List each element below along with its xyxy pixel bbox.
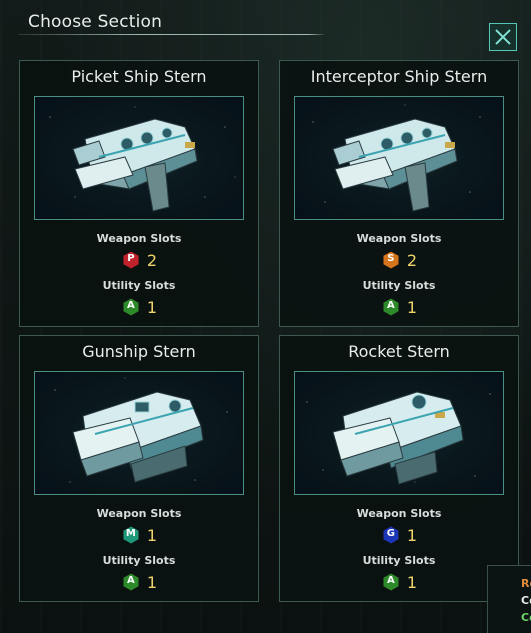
weapon-slot-s-icon: S — [381, 250, 401, 270]
weapon-slot-g-icon: G — [381, 525, 401, 545]
utility-slots-row: A 1 — [280, 297, 518, 317]
utility-slot-count: 1 — [146, 297, 158, 317]
section-card-picket-ship-stern[interactable]: Picket Ship Stern Weapon Slots P 2 Utili… — [19, 60, 259, 327]
partial-text-line: Co — [521, 594, 531, 607]
weapon-slot-p-icon: P — [121, 250, 141, 270]
weapon-slots-row: G 1 — [280, 525, 518, 545]
utility-slots-row: A 1 — [280, 572, 518, 592]
utility-slot-type: A — [387, 300, 395, 311]
utility-slots-label: Utility Slots — [362, 554, 436, 567]
weapon-slot-count: 2 — [406, 250, 418, 270]
weapon-slots-label: Weapon Slots — [96, 232, 182, 245]
ship-section-preview — [34, 96, 244, 220]
close-icon — [495, 29, 511, 45]
close-button[interactable] — [489, 23, 517, 51]
utility-slot-a-icon: A — [121, 572, 141, 592]
weapon-slot-type: M — [125, 528, 136, 539]
weapon-slot-type: S — [387, 253, 395, 264]
section-name: Gunship Stern — [82, 342, 196, 361]
utility-slot-type: A — [127, 300, 135, 311]
choose-section-dialog: Choose Section Picket Ship Stern Weapon … — [0, 0, 531, 633]
utility-slots-label: Utility Slots — [362, 279, 436, 292]
section-name: Interceptor Ship Stern — [310, 67, 488, 86]
section-name: Picket Ship Stern — [71, 67, 207, 86]
ship-section-preview — [34, 371, 244, 495]
ship-section-preview — [294, 371, 504, 495]
weapon-slot-count: 2 — [146, 250, 158, 270]
weapon-slot-type: G — [386, 528, 396, 539]
weapon-slot-type: P — [127, 253, 135, 264]
utility-slot-a-icon: A — [381, 572, 401, 592]
section-card-interceptor-ship-stern[interactable]: Interceptor Ship Stern Weapon Slots S 2 … — [279, 60, 519, 327]
utility-slot-count: 1 — [406, 572, 418, 592]
utility-slots-label: Utility Slots — [102, 279, 176, 292]
utility-slots-row: A 1 — [20, 572, 258, 592]
title-underline — [18, 34, 324, 35]
partial-text-line: Co — [521, 611, 531, 624]
utility-slot-count: 1 — [406, 297, 418, 317]
utility-slot-a-icon: A — [381, 297, 401, 317]
utility-slot-count: 1 — [146, 572, 158, 592]
dialog-header: Choose Section — [0, 0, 531, 51]
weapon-slots-label: Weapon Slots — [356, 507, 442, 520]
utility-slot-type: A — [127, 575, 135, 586]
partial-text-line: Ro — [521, 577, 531, 590]
weapon-slot-count: 1 — [146, 525, 158, 545]
partial-info-panel: Ro Co Co — [487, 565, 531, 633]
dialog-title: Choose Section — [28, 12, 163, 32]
weapon-slot-count: 1 — [406, 525, 418, 545]
weapon-slots-label: Weapon Slots — [96, 507, 182, 520]
weapon-slots-row: S 2 — [280, 250, 518, 270]
weapon-slots-row: M 1 — [20, 525, 258, 545]
utility-slot-type: A — [387, 575, 395, 586]
section-card-rocket-stern[interactable]: Rocket Stern Weapon Slots G 1 Utility Sl… — [279, 335, 519, 602]
ship-section-preview — [294, 96, 504, 220]
weapon-slots-row: P 2 — [20, 250, 258, 270]
section-card-gunship-stern[interactable]: Gunship Stern Weapon Slots M 1 Utility S… — [19, 335, 259, 602]
weapon-slots-label: Weapon Slots — [356, 232, 442, 245]
utility-slots-label: Utility Slots — [102, 554, 176, 567]
utility-slot-a-icon: A — [121, 297, 141, 317]
utility-slots-row: A 1 — [20, 297, 258, 317]
section-name: Rocket Stern — [348, 342, 450, 361]
weapon-slot-m-icon: M — [121, 525, 141, 545]
